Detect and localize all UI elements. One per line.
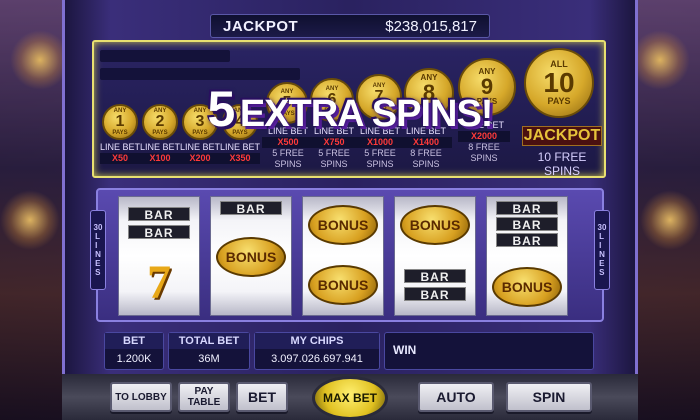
paytable-payout-2: LINE BET X100 [140, 142, 181, 164]
reel-5: BAR BAR BAR BONUS [486, 196, 568, 316]
lines-word-left: LINES [95, 232, 101, 277]
max-bet-button[interactable]: MAX BET [312, 376, 388, 420]
bar-symbol: BAR [128, 225, 190, 240]
paytable-coin-10: ALL 10 PAYS [524, 48, 594, 118]
bar-symbol: BAR [404, 287, 466, 302]
paytable-coin-4: ANY 4 PAYS [222, 104, 258, 140]
total-bet-label: TOTAL BET [169, 333, 249, 349]
total-bet-value: 36M [198, 353, 220, 365]
paytable-coin-2: ANY 2 PAYS [142, 104, 178, 140]
bar-symbol: BAR [496, 201, 558, 216]
paytable-coin-6: ANY 6 PAYS [310, 78, 354, 122]
lines-indicator-right: 30 LINES [594, 210, 610, 290]
reel-3: BONUS BONUS [302, 196, 384, 316]
paytable-payout-3: LINE BET X200 [180, 142, 221, 164]
paytable-coin-9: ANY 9 PAYS [458, 58, 516, 116]
paytable-coin-8: ANY 8 PAYS [404, 68, 454, 118]
paytable-panel: ANY 1 PAYS ANY 2 PAYS ANY 3 PAYS ANY 4 PAYS ANY 5 PAYS… [92, 40, 606, 178]
paytable-coin-7: ANY 7 PAYS [356, 74, 402, 120]
win-label: WIN [393, 343, 417, 357]
paytable-coin-1: ANY 1 PAYS [102, 104, 138, 140]
paytable-payout-5: LINE BET X500 5 FREE SPINS [262, 126, 314, 170]
bar-symbol: BAR [496, 233, 558, 248]
spin-button[interactable]: SPIN [506, 382, 592, 412]
bonus-symbol: BONUS [492, 267, 562, 307]
paytable-jackpot-spins: 10 FREE SPINS [537, 150, 587, 178]
seven-symbol: 7 [147, 256, 171, 309]
bar-symbol: BAR [128, 207, 190, 222]
bonus-symbol: BONUS [216, 237, 286, 277]
lines-count-left: 30 [93, 223, 103, 232]
bonus-symbol: BONUS [308, 205, 378, 245]
bonus-symbol: BONUS [308, 265, 378, 305]
bar-symbol: BAR [404, 269, 466, 284]
bet-display: BET 1.200K [104, 332, 164, 370]
total-bet-display: TOTAL BET 36M [168, 332, 250, 370]
jackpot-value: $238,015,817 [385, 17, 477, 35]
lines-count-right: 30 [597, 223, 607, 232]
bar-symbol: BAR [496, 217, 558, 232]
pay-table-button[interactable]: PAY TABLE [178, 382, 230, 412]
paytable-jackpot-label: JACKPOT [522, 126, 602, 146]
to-lobby-button[interactable]: TO LOBBY [110, 382, 172, 412]
my-chips-display: MY CHIPS 3.097.026.697.941 [254, 332, 380, 370]
lines-indicator-left: 30 LINES [90, 210, 106, 290]
win-display: WIN [384, 332, 594, 370]
bet-button[interactable]: BET [236, 382, 288, 412]
game-scene: JACKPOT $238,015,817 ANY 1 PAYS ANY 2 PAYS ANY… [0, 0, 700, 420]
paytable-payout-8: LINE BET X1400 8 FREE SPINS [400, 126, 452, 170]
jackpot-display: JACKPOT $238,015,817 [210, 14, 490, 38]
auto-button[interactable]: AUTO [418, 382, 494, 412]
lines-word-right: LINES [599, 232, 605, 277]
jackpot-label: JACKPOT [223, 17, 299, 35]
bar-symbol: BAR [220, 201, 282, 216]
reel-2: BAR BONUS [210, 196, 292, 316]
paytable-payout-9: LINE BET X2000 8 FREE SPINS [458, 120, 510, 164]
bet-label: BET [105, 333, 163, 349]
paytable-payout-6: LINE BET X750 5 FREE SPINS [308, 126, 360, 170]
paytable-payout-4: LINE BET X350 [220, 142, 261, 164]
my-chips-label: MY CHIPS [255, 333, 379, 349]
paytable-coin-3: ANY 3 PAYS [182, 104, 218, 140]
paytable-coin-5: ANY 5 PAYS [266, 82, 308, 124]
reel-1: BAR BAR 7 [118, 196, 200, 316]
my-chips-value: 3.097.026.697.941 [271, 353, 363, 365]
bonus-symbol: BONUS [400, 205, 470, 245]
reel-4: BONUS BAR BAR [394, 196, 476, 316]
paytable-payout-1: LINE BET X50 [100, 142, 141, 164]
bet-value: 1.200K [116, 353, 152, 365]
paytable-payout-7: LINE BET X1000 5 FREE SPINS [354, 126, 406, 170]
